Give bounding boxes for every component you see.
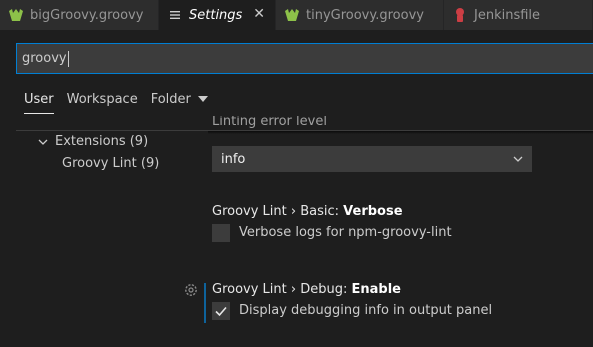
tree-item-groovy-lint[interactable]: Groovy Lint (9)	[62, 156, 159, 171]
tab-workspace-label: Workspace	[66, 91, 138, 107]
chevron-down-icon	[513, 156, 523, 162]
settings-lines-icon	[167, 7, 183, 23]
tab-folder-label: Folder	[150, 91, 191, 107]
tab-jenkinsfile[interactable]: Jenkinsfile	[444, 0, 593, 30]
verbose-checkbox[interactable]	[212, 224, 230, 242]
close-icon[interactable]: ✕	[253, 6, 265, 22]
tab-label: tinyGroovy.groovy	[306, 7, 424, 23]
tab-settings[interactable]: Settings ✕	[159, 0, 276, 30]
select-value: info	[221, 151, 246, 167]
tree-item-label: Extensions (9)	[55, 134, 149, 149]
debug-enable-checkbox[interactable]	[212, 302, 230, 320]
tree-item-extensions[interactable]: Extensions (9)	[37, 134, 148, 149]
focused-setting-indicator	[204, 283, 206, 323]
tab-folder[interactable]: Folder	[143, 88, 213, 114]
groovy-file-icon	[8, 7, 24, 23]
verbose-description: Verbose logs for npm-groovy-lint	[239, 225, 452, 240]
scroll-shadow	[208, 131, 593, 134]
settings-scope-tabs: User Workspace Folder	[16, 88, 213, 114]
checkmark-icon	[215, 306, 227, 317]
linting-level-select[interactable]: info	[212, 146, 532, 172]
partial-setting-title: Linting error level	[212, 116, 327, 129]
tab-label: Settings	[189, 7, 243, 23]
groovy-file-icon	[284, 7, 300, 23]
search-value: groovy	[22, 51, 67, 66]
tree-item-label: Groovy Lint (9)	[62, 156, 160, 171]
settings-search-input[interactable]: groovy	[16, 43, 593, 74]
tab-user-label: User	[24, 91, 54, 107]
editor-tab-bar: bigGroovy.groovy Settings ✕ tinyGroovy.g…	[0, 0, 593, 30]
tab-biggroovy[interactable]: bigGroovy.groovy	[0, 0, 159, 30]
tab-label: Jenkinsfile	[474, 7, 541, 23]
chevron-down-icon	[38, 139, 48, 145]
tab-workspace[interactable]: Workspace	[59, 88, 143, 114]
tab-label: bigGroovy.groovy	[30, 7, 144, 23]
tab-tinygroovy[interactable]: tinyGroovy.groovy	[276, 0, 444, 30]
gear-icon[interactable]	[183, 282, 199, 298]
jenkins-file-icon	[452, 7, 468, 23]
debug-enable-description: Display debugging info in output panel	[239, 303, 493, 318]
setting-title-verbose: Groovy Lint › Basic: Verbose	[212, 204, 403, 219]
setting-title-debug-enable: Groovy Lint › Debug: Enable	[212, 282, 401, 297]
chevron-down-icon	[197, 96, 208, 102]
text-caret	[67, 50, 69, 67]
tab-user[interactable]: User	[16, 88, 59, 114]
